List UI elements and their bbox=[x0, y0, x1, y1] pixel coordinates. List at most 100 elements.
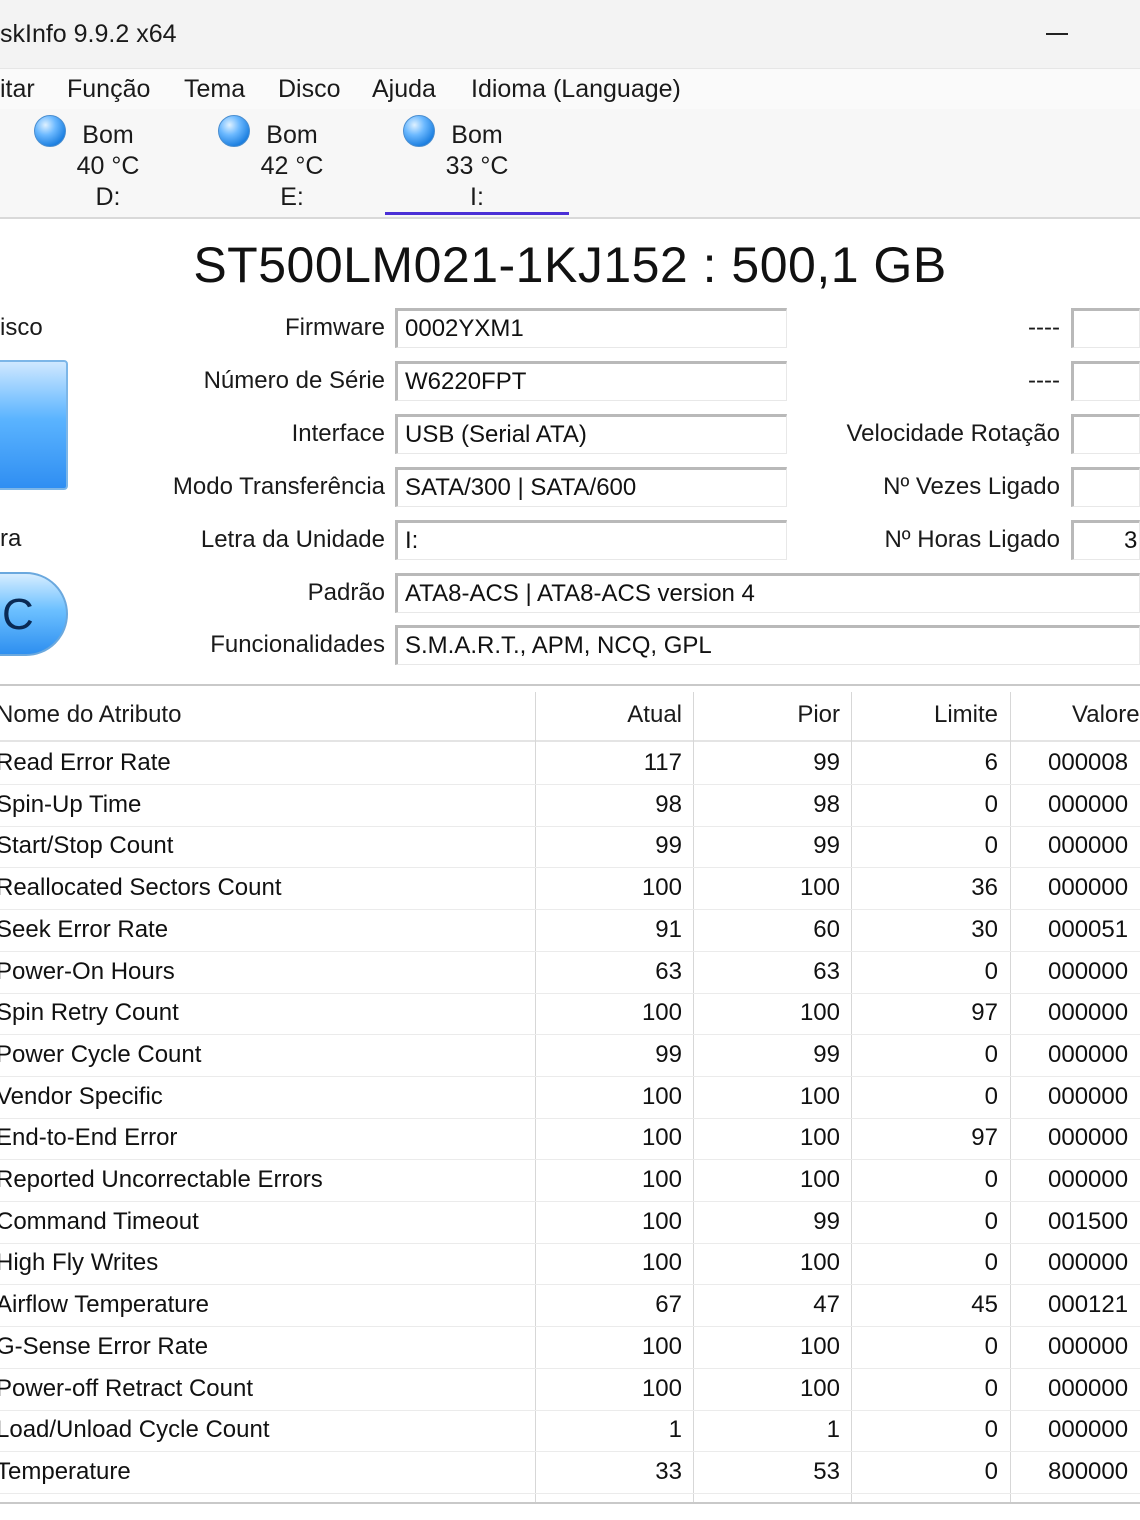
current-value-cell: 67 bbox=[655, 1291, 682, 1319]
table-row[interactable]: G-Sense Error Rate 100 100 0 000000 bbox=[0, 1326, 1140, 1369]
info-r2-field bbox=[1071, 361, 1140, 401]
current-value-cell: 100 bbox=[641, 1082, 682, 1110]
disk-tab-e[interactable]: Bom 42 °C E: bbox=[200, 109, 384, 215]
table-row[interactable]: Command Timeout 100 99 0 001500 bbox=[0, 1201, 1140, 1244]
raw-value-cell: 000000 bbox=[1048, 1040, 1129, 1068]
table-row[interactable]: End-to-End Error 100 100 97 000000 bbox=[0, 1117, 1140, 1161]
table-row[interactable]: Temperature 33 53 0 800000 bbox=[0, 1451, 1140, 1494]
raw-value-cell: 000000 bbox=[1048, 1374, 1129, 1402]
disk-tab-d[interactable]: Bom 40 °C D: bbox=[16, 109, 200, 215]
features-field: S.M.A.R.T., APM, NCQ, GPL bbox=[395, 625, 1140, 665]
column-header-raw-values[interactable]: Valore bbox=[1018, 686, 1140, 740]
current-value-cell: 100 bbox=[641, 1332, 682, 1360]
temperature-box: C bbox=[0, 572, 68, 656]
worst-value-cell: 100 bbox=[799, 1082, 840, 1110]
table-row[interactable]: Read Error Rate 117 99 6 000008 bbox=[0, 742, 1140, 785]
table-row[interactable]: Spin Retry Count 100 100 97 000000 bbox=[0, 992, 1140, 1036]
disk-tab-i[interactable]: Bom 33 °C I: bbox=[385, 109, 569, 215]
minimize-icon[interactable] bbox=[1046, 33, 1068, 35]
active-tab-indicator bbox=[385, 212, 569, 215]
raw-value-cell: 000000 bbox=[1048, 1249, 1129, 1277]
current-value-cell: 100 bbox=[641, 1166, 682, 1193]
raw-value-cell: 000000 bbox=[1048, 1166, 1129, 1193]
attribute-name-cell: Load/Unload Cycle Count bbox=[0, 1416, 270, 1444]
raw-value-cell: 000000 bbox=[1048, 1082, 1129, 1110]
raw-value-cell: 000000 bbox=[1048, 790, 1129, 818]
standard-label: Padrão bbox=[307, 579, 385, 606]
worst-value-cell: 1 bbox=[826, 1416, 840, 1444]
worst-value-cell: 100 bbox=[799, 1124, 840, 1152]
table-row[interactable]: Seek Error Rate 91 60 30 000051 bbox=[0, 909, 1140, 952]
disk-temp: 40 °C bbox=[76, 152, 140, 180]
table-row[interactable]: Power Cycle Count 99 99 0 000000 bbox=[0, 1034, 1140, 1077]
serial-field: W6220FPT bbox=[395, 361, 787, 401]
worst-value-cell: 100 bbox=[799, 1332, 840, 1360]
column-header-threshold[interactable]: Limite bbox=[856, 686, 998, 740]
worst-value-cell: 99 bbox=[813, 1040, 840, 1068]
table-row[interactable]: Start/Stop Count 99 99 0 000000 bbox=[0, 825, 1140, 869]
current-value-cell: 99 bbox=[655, 832, 682, 860]
disk-status: Bom bbox=[266, 121, 318, 149]
threshold-cell: 0 bbox=[984, 1166, 998, 1193]
raw-value-cell: 000000 bbox=[1048, 874, 1129, 902]
menu-disk[interactable]: Disco bbox=[278, 75, 341, 104]
disk-letter: I: bbox=[470, 183, 484, 211]
disk-letter: E: bbox=[280, 183, 304, 211]
raw-value-cell: 000121 bbox=[1048, 1291, 1129, 1319]
column-header-current[interactable]: Atual bbox=[540, 686, 682, 740]
threshold-cell: 0 bbox=[984, 1249, 998, 1277]
health-status-label: isco bbox=[0, 314, 43, 341]
current-value-cell: 99 bbox=[655, 1040, 682, 1068]
threshold-cell: 0 bbox=[984, 1207, 998, 1235]
attribute-name-cell: Seek Error Rate bbox=[0, 915, 169, 943]
worst-value-cell: 99 bbox=[813, 832, 840, 860]
worst-value-cell: 100 bbox=[799, 874, 840, 902]
info-r1-label: ---- bbox=[1028, 314, 1060, 341]
menu-help[interactable]: Ajuda bbox=[372, 75, 436, 104]
menu-edit[interactable]: itar bbox=[0, 75, 35, 104]
raw-value-cell: 000000 bbox=[1048, 999, 1129, 1027]
worst-value-cell: 100 bbox=[799, 1374, 840, 1402]
attribute-name-cell: High Fly Writes bbox=[0, 1249, 159, 1277]
info-r2-label: ---- bbox=[1028, 367, 1060, 394]
attribute-name-cell: Command Timeout bbox=[0, 1207, 199, 1235]
power-on-hours-field: 3 bbox=[1071, 520, 1140, 560]
table-row[interactable]: Load/Unload Cycle Count 1 1 0 000000 bbox=[0, 1409, 1140, 1453]
raw-value-cell: 800000 bbox=[1048, 1457, 1129, 1485]
current-value-cell: 98 bbox=[655, 790, 682, 818]
current-value-cell: 117 bbox=[643, 749, 682, 776]
table-row[interactable]: Vendor Specific 100 100 0 000000 bbox=[0, 1076, 1140, 1119]
info-r1-field bbox=[1071, 308, 1140, 348]
raw-value-cell: 000000 bbox=[1048, 1416, 1129, 1444]
threshold-cell: 0 bbox=[984, 1332, 998, 1360]
worst-value-cell: 100 bbox=[799, 1166, 840, 1193]
disk-model-title: ST500LM021-1KJ152 : 500,1 GB bbox=[193, 237, 947, 293]
attribute-name-cell: Reallocated Sectors Count bbox=[0, 874, 282, 902]
threshold-cell: 0 bbox=[984, 957, 998, 985]
current-value-cell: 100 bbox=[641, 1249, 682, 1277]
table-header: Nome do Atributo Atual Pior Limite Valor… bbox=[0, 686, 1140, 742]
table-row[interactable]: High Fly Writes 100 100 0 000000 bbox=[0, 1242, 1140, 1286]
menu-language[interactable]: Idioma (Language) bbox=[471, 75, 681, 104]
menu-function[interactable]: Função bbox=[67, 75, 150, 104]
worst-value-cell: 53 bbox=[813, 1457, 840, 1485]
attribute-name-cell: Airflow Temperature bbox=[0, 1291, 209, 1319]
column-header-name[interactable]: Nome do Atributo bbox=[0, 686, 526, 740]
attribute-name-cell: End-to-End Error bbox=[0, 1124, 178, 1152]
table-row[interactable]: Power-off Retract Count 100 100 0 000000 bbox=[0, 1368, 1140, 1411]
title-bar: skInfo 9.9.2 x64 bbox=[0, 0, 1140, 69]
features-label: Funcionalidades bbox=[210, 631, 385, 658]
menu-theme[interactable]: Tema bbox=[184, 75, 245, 104]
table-row[interactable]: Airflow Temperature 67 47 45 000121 bbox=[0, 1284, 1140, 1328]
worst-value-cell: 100 bbox=[799, 1249, 840, 1277]
transfer-mode-label: Modo Transferência bbox=[172, 473, 385, 500]
attribute-name-cell: G-Sense Error Rate bbox=[0, 1332, 209, 1360]
table-row[interactable]: Spin-Up Time 98 98 0 000000 bbox=[0, 784, 1140, 827]
attribute-name-cell: Read Error Rate bbox=[0, 749, 171, 776]
table-row[interactable]: Reallocated Sectors Count 100 100 36 000000 bbox=[0, 867, 1140, 911]
current-value-cell: 91 bbox=[655, 915, 682, 943]
table-row[interactable]: Power-On Hours 63 63 0 000000 bbox=[0, 951, 1140, 994]
table-row[interactable]: Reported Uncorrectable Errors 100 100 0 0000… bbox=[0, 1159, 1140, 1202]
column-header-worst[interactable]: Pior bbox=[698, 686, 840, 740]
raw-value-cell: 000008 bbox=[1048, 749, 1129, 776]
